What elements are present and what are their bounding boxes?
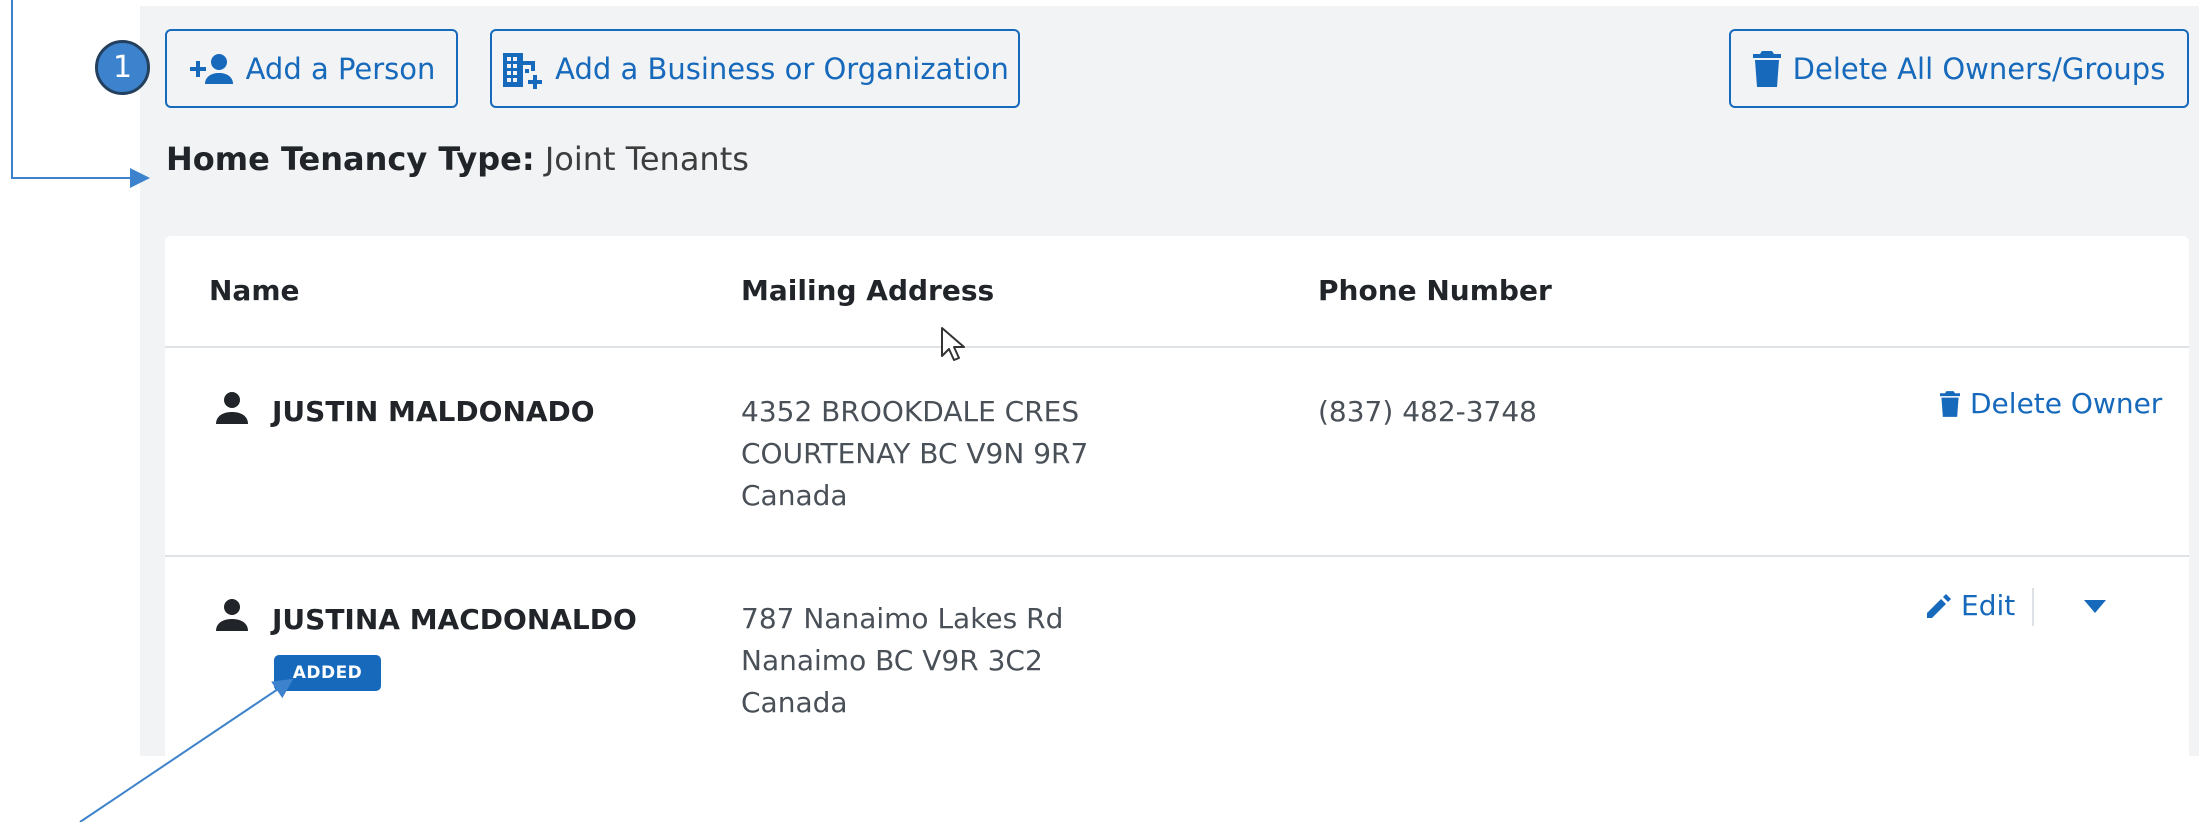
address-line: COURTENAY BC V9N 9R7 [741, 437, 1089, 470]
delete-all-label: Delete All Owners/Groups [1792, 51, 2166, 86]
header-divider [165, 346, 2189, 348]
person-icon [216, 392, 248, 424]
phone-number: (837) 482-3748 [1318, 395, 1537, 428]
business-add-icon [503, 52, 543, 89]
add-person-label: Add a Person [245, 51, 436, 86]
tenancy-label: Home Tenancy Type: [166, 140, 535, 178]
step-callout-badge: 1 [95, 40, 150, 95]
trash-icon [1940, 390, 1960, 417]
home-tenancy-type: Home Tenancy Type: Joint Tenants [166, 140, 749, 178]
address-line: Nanaimo BC V9R 3C2 [741, 644, 1043, 677]
delete-owner-button[interactable]: Delete Owner [1940, 387, 2162, 420]
person-add-icon [189, 53, 233, 84]
added-status-badge: ADDED [274, 655, 381, 691]
mailing-address: 4352 BROOKDALE CRES COURTENAY BC V9N 9R7… [741, 391, 1088, 517]
trash-icon [1752, 50, 1781, 87]
owner-name: JUSTIN MALDONADO [272, 395, 595, 428]
add-business-button[interactable]: Add a Business or Organization [490, 29, 1020, 108]
column-header-phone-number: Phone Number [1318, 274, 1552, 307]
add-business-label: Add a Business or Organization [555, 51, 1009, 86]
action-divider [2032, 588, 2034, 626]
caret-down-icon[interactable] [2084, 600, 2106, 613]
delete-all-owners-button[interactable]: Delete All Owners/Groups [1729, 29, 2189, 108]
edit-owner-button[interactable]: Edit [1927, 589, 2015, 622]
delete-owner-label: Delete Owner [1970, 387, 2163, 420]
address-line: 4352 BROOKDALE CRES [741, 395, 1080, 428]
column-header-name: Name [209, 274, 300, 307]
mouse-cursor-icon [941, 327, 965, 361]
row-divider [165, 555, 2189, 557]
column-header-mailing-address: Mailing Address [741, 274, 995, 307]
owner-name: JUSTINA MACDONALDO [272, 603, 637, 636]
address-line: 787 Nanaimo Lakes Rd [741, 602, 1064, 635]
mailing-address: 787 Nanaimo Lakes Rd Nanaimo BC V9R 3C2 … [741, 598, 1063, 724]
add-person-button[interactable]: Add a Person [165, 29, 458, 108]
owners-table: Name Mailing Address Phone Number JUSTIN… [165, 236, 2189, 756]
pencil-icon [1927, 593, 1951, 618]
address-line: Canada [741, 479, 848, 512]
edit-label: Edit [1961, 589, 2016, 622]
address-line: Canada [741, 686, 848, 719]
tenancy-value: Joint Tenants [544, 140, 749, 178]
person-icon [216, 599, 248, 631]
